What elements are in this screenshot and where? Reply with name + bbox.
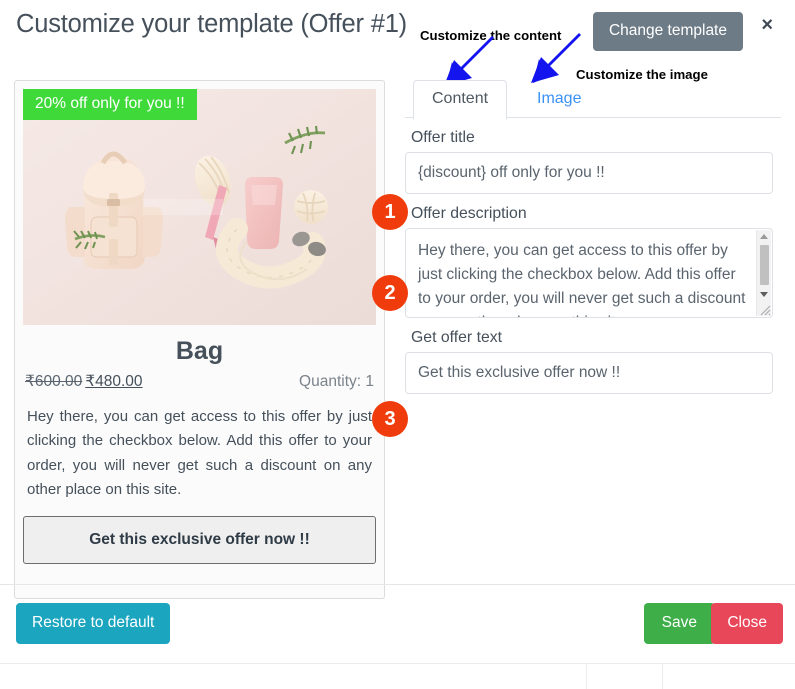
offer-description-label: Offer description — [411, 205, 527, 222]
tab-content[interactable]: Content — [413, 80, 508, 120]
callout-badge-2: 2 — [372, 275, 408, 311]
offer-title-field: Offer title — [405, 129, 781, 194]
preview-offer-description: Hey there, you can get access to this of… — [27, 408, 372, 498]
get-offer-text-field: Get offer text — [405, 329, 781, 394]
close-icon[interactable]: × — [755, 14, 779, 36]
get-offer-text-input[interactable] — [405, 352, 773, 394]
product-photo-flatlay — [23, 89, 376, 325]
offer-title-input[interactable] — [405, 152, 773, 194]
callout-badge-1: 1 — [372, 194, 408, 230]
offer-discount-badge: 20% off only for you !! — [23, 89, 197, 120]
restore-to-default-button[interactable]: Restore to default — [16, 603, 171, 644]
get-offer-text-label: Get offer text — [411, 329, 503, 346]
discounted-price: ₹480.00 — [85, 373, 143, 390]
offer-description-field: Offer description Hey there, you can get… — [405, 205, 781, 318]
modal-footer: Restore to default Save Close — [0, 584, 795, 663]
callout-badge-3: 3 — [372, 401, 408, 437]
modal-header: Customize your template (Offer #1) Chang… — [0, 0, 795, 62]
background-page-divider — [0, 663, 795, 689]
modal-body: 20% off only for you !! Bag ₹600.00 ₹480.… — [0, 62, 795, 610]
tab-image[interactable]: Image — [518, 80, 600, 120]
tab-bar: Content Image — [405, 80, 781, 120]
product-title: Bag — [175, 337, 224, 365]
close-button[interactable]: Close — [711, 603, 783, 644]
product-image: 20% off only for you !! — [23, 89, 376, 325]
customization-form-panel: Content Image Offer title Offer descript… — [405, 80, 781, 394]
page-title: Customize your template (Offer #1) — [16, 10, 407, 38]
quantity-label: Quantity: 1 — [299, 373, 374, 390]
save-button[interactable]: Save — [643, 603, 715, 644]
customize-template-modal: Customize your template (Offer #1) Chang… — [0, 0, 795, 689]
original-price: ₹600.00 — [25, 373, 83, 390]
offer-description-textarea[interactable]: Hey there, you can get access to this of… — [405, 228, 773, 318]
offer-preview-card: 20% off only for you !! Bag ₹600.00 ₹480.… — [14, 80, 385, 599]
offer-title-label: Offer title — [411, 129, 475, 146]
get-offer-button[interactable]: Get this exclusive offer now !! — [23, 516, 376, 565]
price-row: ₹600.00 ₹480.00 Quantity: 1 — [23, 372, 376, 391]
change-template-button[interactable]: Change template — [592, 12, 743, 51]
